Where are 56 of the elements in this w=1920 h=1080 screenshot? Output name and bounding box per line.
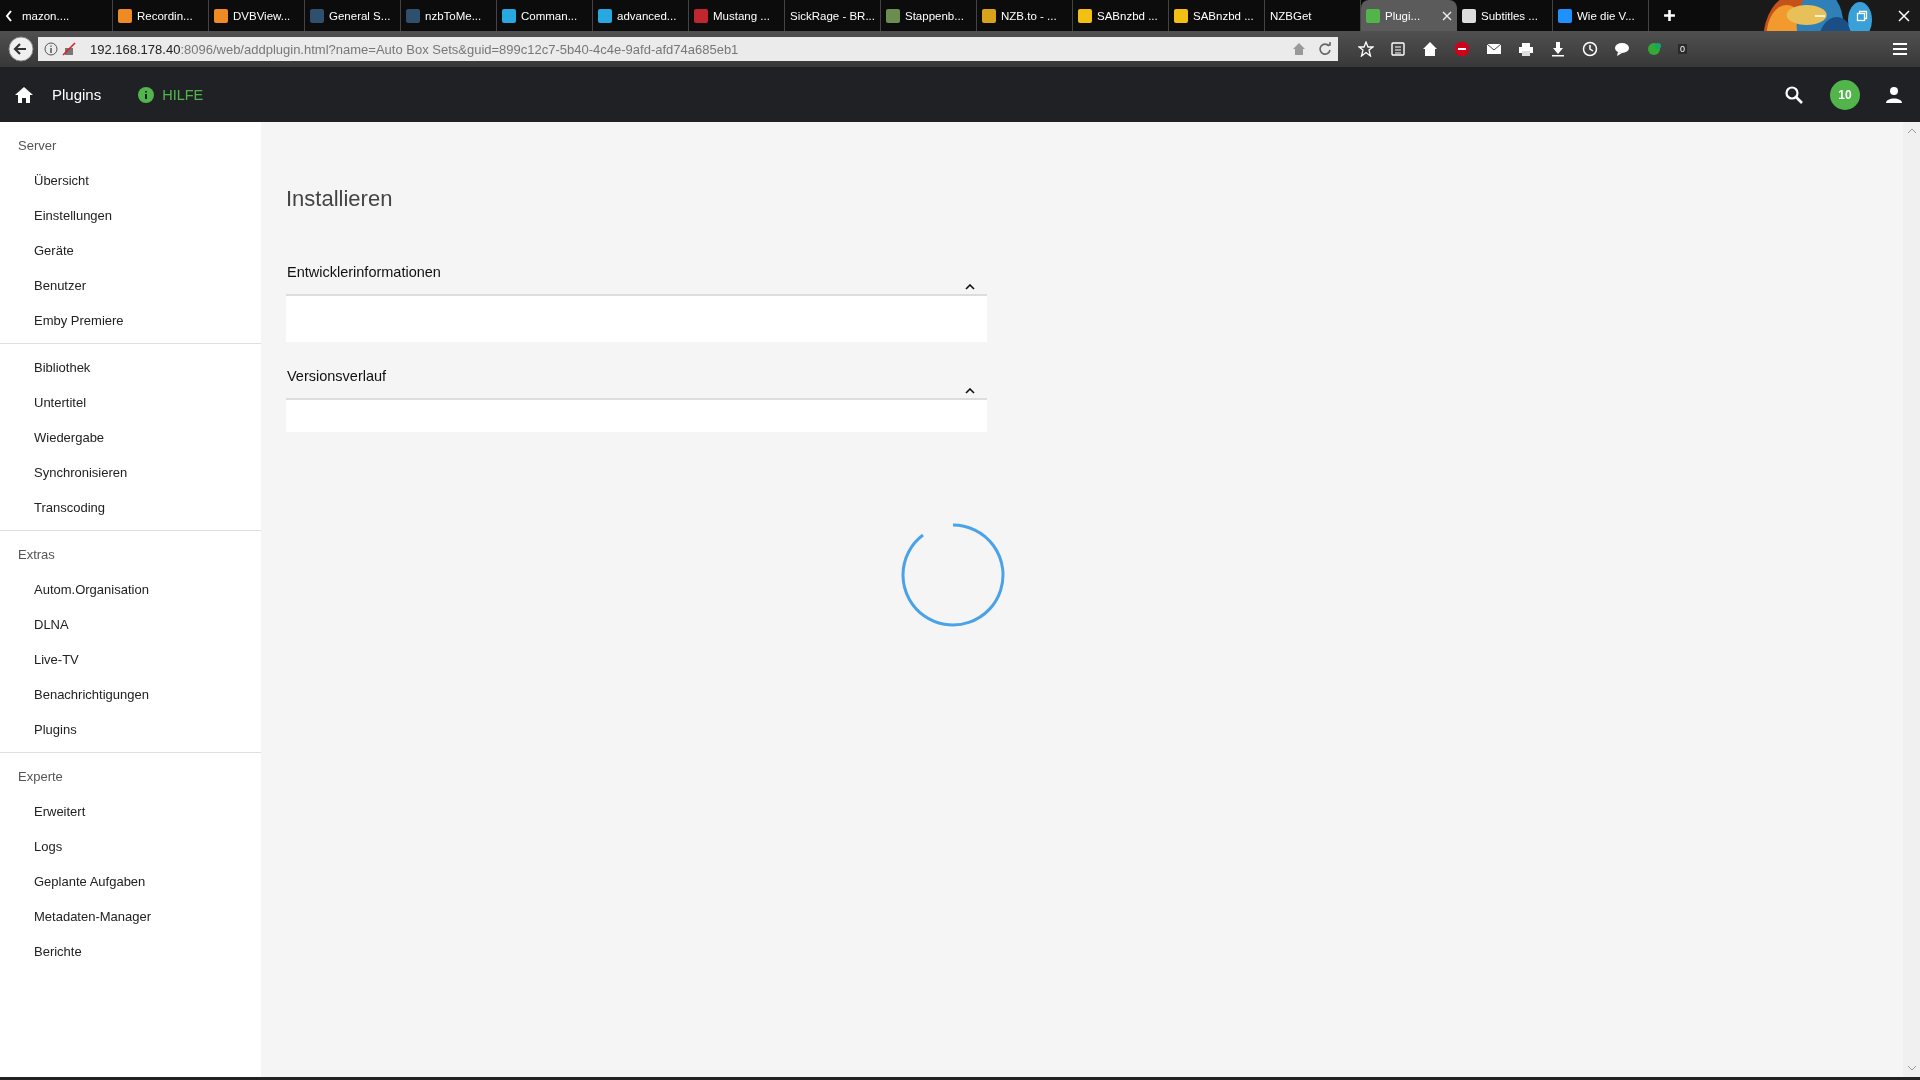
reading-list-icon[interactable] (1390, 41, 1406, 57)
menu-icon[interactable] (1892, 41, 1908, 57)
url-field[interactable]: 192.168.178.40:8096/web/addplugin.html?name=Auto Box Sets&guid=899c12c7-5b40-4c4e-9afd-afd74a685eb1 (38, 37, 1338, 61)
sidebar-item[interactable]: Live-TV (0, 642, 261, 677)
chevron-icon[interactable] (965, 284, 975, 290)
home-icon[interactable] (14, 84, 34, 105)
sidebar-item[interactable]: Einstellungen (0, 198, 261, 233)
download-icon[interactable] (1550, 41, 1566, 57)
section-heading: Server (17, 137, 58, 155)
home-icon[interactable] (1422, 41, 1438, 57)
scroll-left-icon[interactable] (5, 9, 13, 22)
close-icon[interactable] (1898, 9, 1910, 22)
sidebar-item[interactable]: Erweitert (0, 794, 261, 829)
section-heading: Extras (17, 546, 56, 564)
sidebar-item[interactable]: Wiedergabe (0, 420, 261, 455)
chevron-icon[interactable] (965, 388, 975, 394)
panel-title: Entwicklerinformationen (287, 264, 441, 280)
chat-icon[interactable] (1614, 41, 1630, 57)
back-icon[interactable] (8, 36, 34, 62)
close-tab-icon[interactable] (1442, 10, 1452, 21)
search-icon[interactable] (1784, 84, 1804, 105)
help-button[interactable]: HILFE (136, 84, 206, 105)
restore-icon[interactable] (1856, 9, 1868, 22)
print-icon[interactable] (1518, 41, 1534, 57)
info-icon (138, 86, 155, 103)
clock-icon[interactable] (1582, 41, 1598, 57)
panel-title: Versionsverlauf (287, 368, 387, 384)
sidebar-item[interactable]: Metadaten-Manager (0, 899, 261, 934)
sidebar-item[interactable]: Übersicht (0, 163, 261, 198)
new-tab-icon[interactable] (1663, 9, 1676, 22)
lock-icon (62, 42, 76, 56)
sidebar-item[interactable]: Transcoding (0, 490, 261, 525)
sidebar-item[interactable]: Synchronisieren (0, 455, 261, 490)
sidebar-item[interactable]: Untertitel (0, 385, 261, 420)
sidebar-item[interactable]: Geräte (0, 233, 261, 268)
sidebar-item[interactable]: Plugins (0, 712, 261, 747)
page-heading: Installieren (286, 186, 394, 212)
user-icon[interactable] (1884, 84, 1904, 105)
sidebar-item[interactable]: Bibliothek (0, 350, 261, 385)
count-badge: 0 (1678, 44, 1687, 54)
sidebar-item[interactable]: Benachrichtigungen (0, 677, 261, 712)
sidebar-item[interactable]: DLNA (0, 607, 261, 642)
section-heading: Experte (17, 768, 64, 786)
page-title: Plugins (52, 86, 102, 103)
sidebar-item[interactable]: Autom.Organisation (0, 572, 261, 607)
info-icon[interactable] (44, 42, 58, 56)
sidebar-item[interactable]: Geplante Aufgaben (0, 864, 261, 899)
sidebar-item[interactable]: Benutzer (0, 268, 261, 303)
browser-tab[interactable]: Plugi... (1361, 0, 1457, 31)
sidebar-item[interactable]: Logs (0, 829, 261, 864)
star-icon[interactable] (1358, 41, 1374, 57)
sidebar-item[interactable]: Emby Premiere (0, 303, 261, 338)
stop-sign-icon[interactable] (1454, 41, 1470, 57)
mail-icon[interactable] (1486, 41, 1502, 57)
reload-icon[interactable] (1318, 42, 1332, 56)
sidebar-item[interactable]: Berichte (0, 934, 261, 969)
